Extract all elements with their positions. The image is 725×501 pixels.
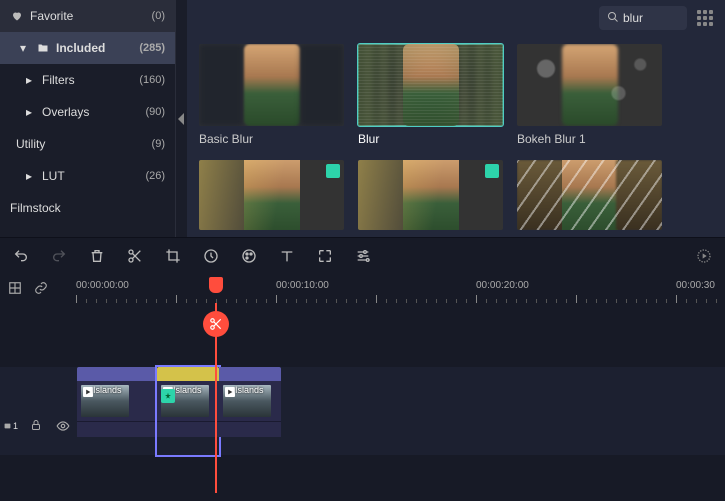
sidebar-count: (285) <box>139 42 165 54</box>
delete-icon[interactable] <box>88 247 106 265</box>
time-label: 00:00:20:00 <box>476 280 529 291</box>
sidebar-label: Filters <box>42 73 75 87</box>
effect-thumb-blur[interactable]: Blur <box>358 44 503 146</box>
effect-thumb[interactable] <box>358 160 503 230</box>
playhead[interactable] <box>215 303 217 493</box>
color-icon[interactable] <box>240 247 258 265</box>
timeline-ruler[interactable]: 00:00:00:00 00:00:10:00 00:00:20:00 00:0… <box>0 273 725 303</box>
clip-name: Islands <box>235 385 264 395</box>
crop-icon[interactable] <box>164 247 182 265</box>
effect-thumb[interactable] <box>517 160 662 230</box>
sidebar-count: (0) <box>152 10 165 22</box>
time-label: 00:00:00:00 <box>76 280 129 291</box>
sidebar-item-included[interactable]: ▾ Included (285) <box>0 32 175 64</box>
sidebar-count: (26) <box>145 170 165 182</box>
sidebar-item-filmstock[interactable]: Filmstock <box>0 192 175 224</box>
grid-view-icon[interactable] <box>697 10 713 26</box>
sidebar-label: Favorite <box>30 9 73 23</box>
timeline-clip[interactable]: Islands <box>77 367 157 455</box>
chevron-right-icon: ▸ <box>22 105 36 119</box>
text-icon[interactable] <box>278 247 296 265</box>
search-icon <box>607 11 619 26</box>
effect-thumb-bokeh-blur-1[interactable]: Bokeh Blur 1 <box>517 44 662 146</box>
timeline-toolbar <box>0 237 725 273</box>
download-icon <box>485 164 499 178</box>
sidebar-label: Included <box>56 41 105 55</box>
sidebar-label: Overlays <box>42 105 89 119</box>
panel-collapse-handle[interactable] <box>175 0 187 237</box>
thumb-caption: Bokeh Blur 1 <box>517 132 662 146</box>
time-label: 00:00:30 <box>676 280 715 291</box>
sidebar-item-overlays[interactable]: ▸ Overlays (90) <box>0 96 175 128</box>
effect-thumb-basic-blur[interactable]: Basic Blur <box>199 44 344 146</box>
clip-name: Islands <box>173 385 202 395</box>
timeline: 00:00:00:00 00:00:10:00 00:00:20:00 00:0… <box>0 273 725 501</box>
sidebar-item-filters[interactable]: ▸ Filters (160) <box>0 64 175 96</box>
sidebar-label: Filmstock <box>10 201 61 215</box>
expand-icon[interactable] <box>316 247 334 265</box>
sidebar-label: Utility <box>16 137 45 151</box>
sidebar-label: LUT <box>42 169 65 183</box>
effect-thumb[interactable] <box>199 160 344 230</box>
match-cut-icon[interactable] <box>8 281 22 295</box>
play-icon <box>83 387 93 397</box>
effects-panel: Basic Blur Blur Bokeh Blur 1 <box>187 0 725 237</box>
search-input-wrap[interactable] <box>599 6 687 30</box>
search-input[interactable] <box>623 11 683 25</box>
sidebar: Favorite (0) ▾ Included (285) ▸ Filters … <box>0 0 175 237</box>
split-icon[interactable] <box>126 247 144 265</box>
effect-badge-icon <box>161 389 175 403</box>
adjust-icon[interactable] <box>354 247 372 265</box>
eye-icon[interactable] <box>56 419 70 433</box>
timeline-clip-selected[interactable]: Islands <box>157 367 219 455</box>
undo-icon[interactable] <box>12 247 30 265</box>
heart-icon <box>10 10 24 22</box>
redo-icon[interactable] <box>50 247 68 265</box>
scissors-icon[interactable] <box>203 311 229 337</box>
sidebar-count: (160) <box>139 74 165 86</box>
sidebar-count: (9) <box>152 138 165 150</box>
sidebar-count: (90) <box>145 106 165 118</box>
chevron-right-icon: ▸ <box>22 169 36 183</box>
play-icon <box>225 387 235 397</box>
link-icon[interactable] <box>34 281 48 295</box>
sidebar-item-utility[interactable]: Utility (9) <box>0 128 175 160</box>
time-label: 00:00:10:00 <box>276 280 329 291</box>
download-icon <box>326 164 340 178</box>
chevron-down-icon: ▾ <box>16 41 30 55</box>
playhead-handle[interactable] <box>209 277 223 293</box>
lock-icon[interactable] <box>30 419 44 433</box>
sidebar-item-lut[interactable]: ▸ LUT (26) <box>0 160 175 192</box>
track-controls: 1 <box>0 419 70 433</box>
render-icon[interactable] <box>695 247 713 265</box>
chevron-right-icon: ▸ <box>22 73 36 87</box>
folder-icon <box>36 42 50 54</box>
sidebar-item-favorite[interactable]: Favorite (0) <box>0 0 175 32</box>
timeline-clip[interactable]: Islands <box>219 367 281 455</box>
thumb-caption: Basic Blur <box>199 132 344 146</box>
speed-icon[interactable] <box>202 247 220 265</box>
clip-name: Islands <box>93 385 122 395</box>
track-badge: 1 <box>4 419 18 433</box>
thumb-caption: Blur <box>358 132 503 146</box>
